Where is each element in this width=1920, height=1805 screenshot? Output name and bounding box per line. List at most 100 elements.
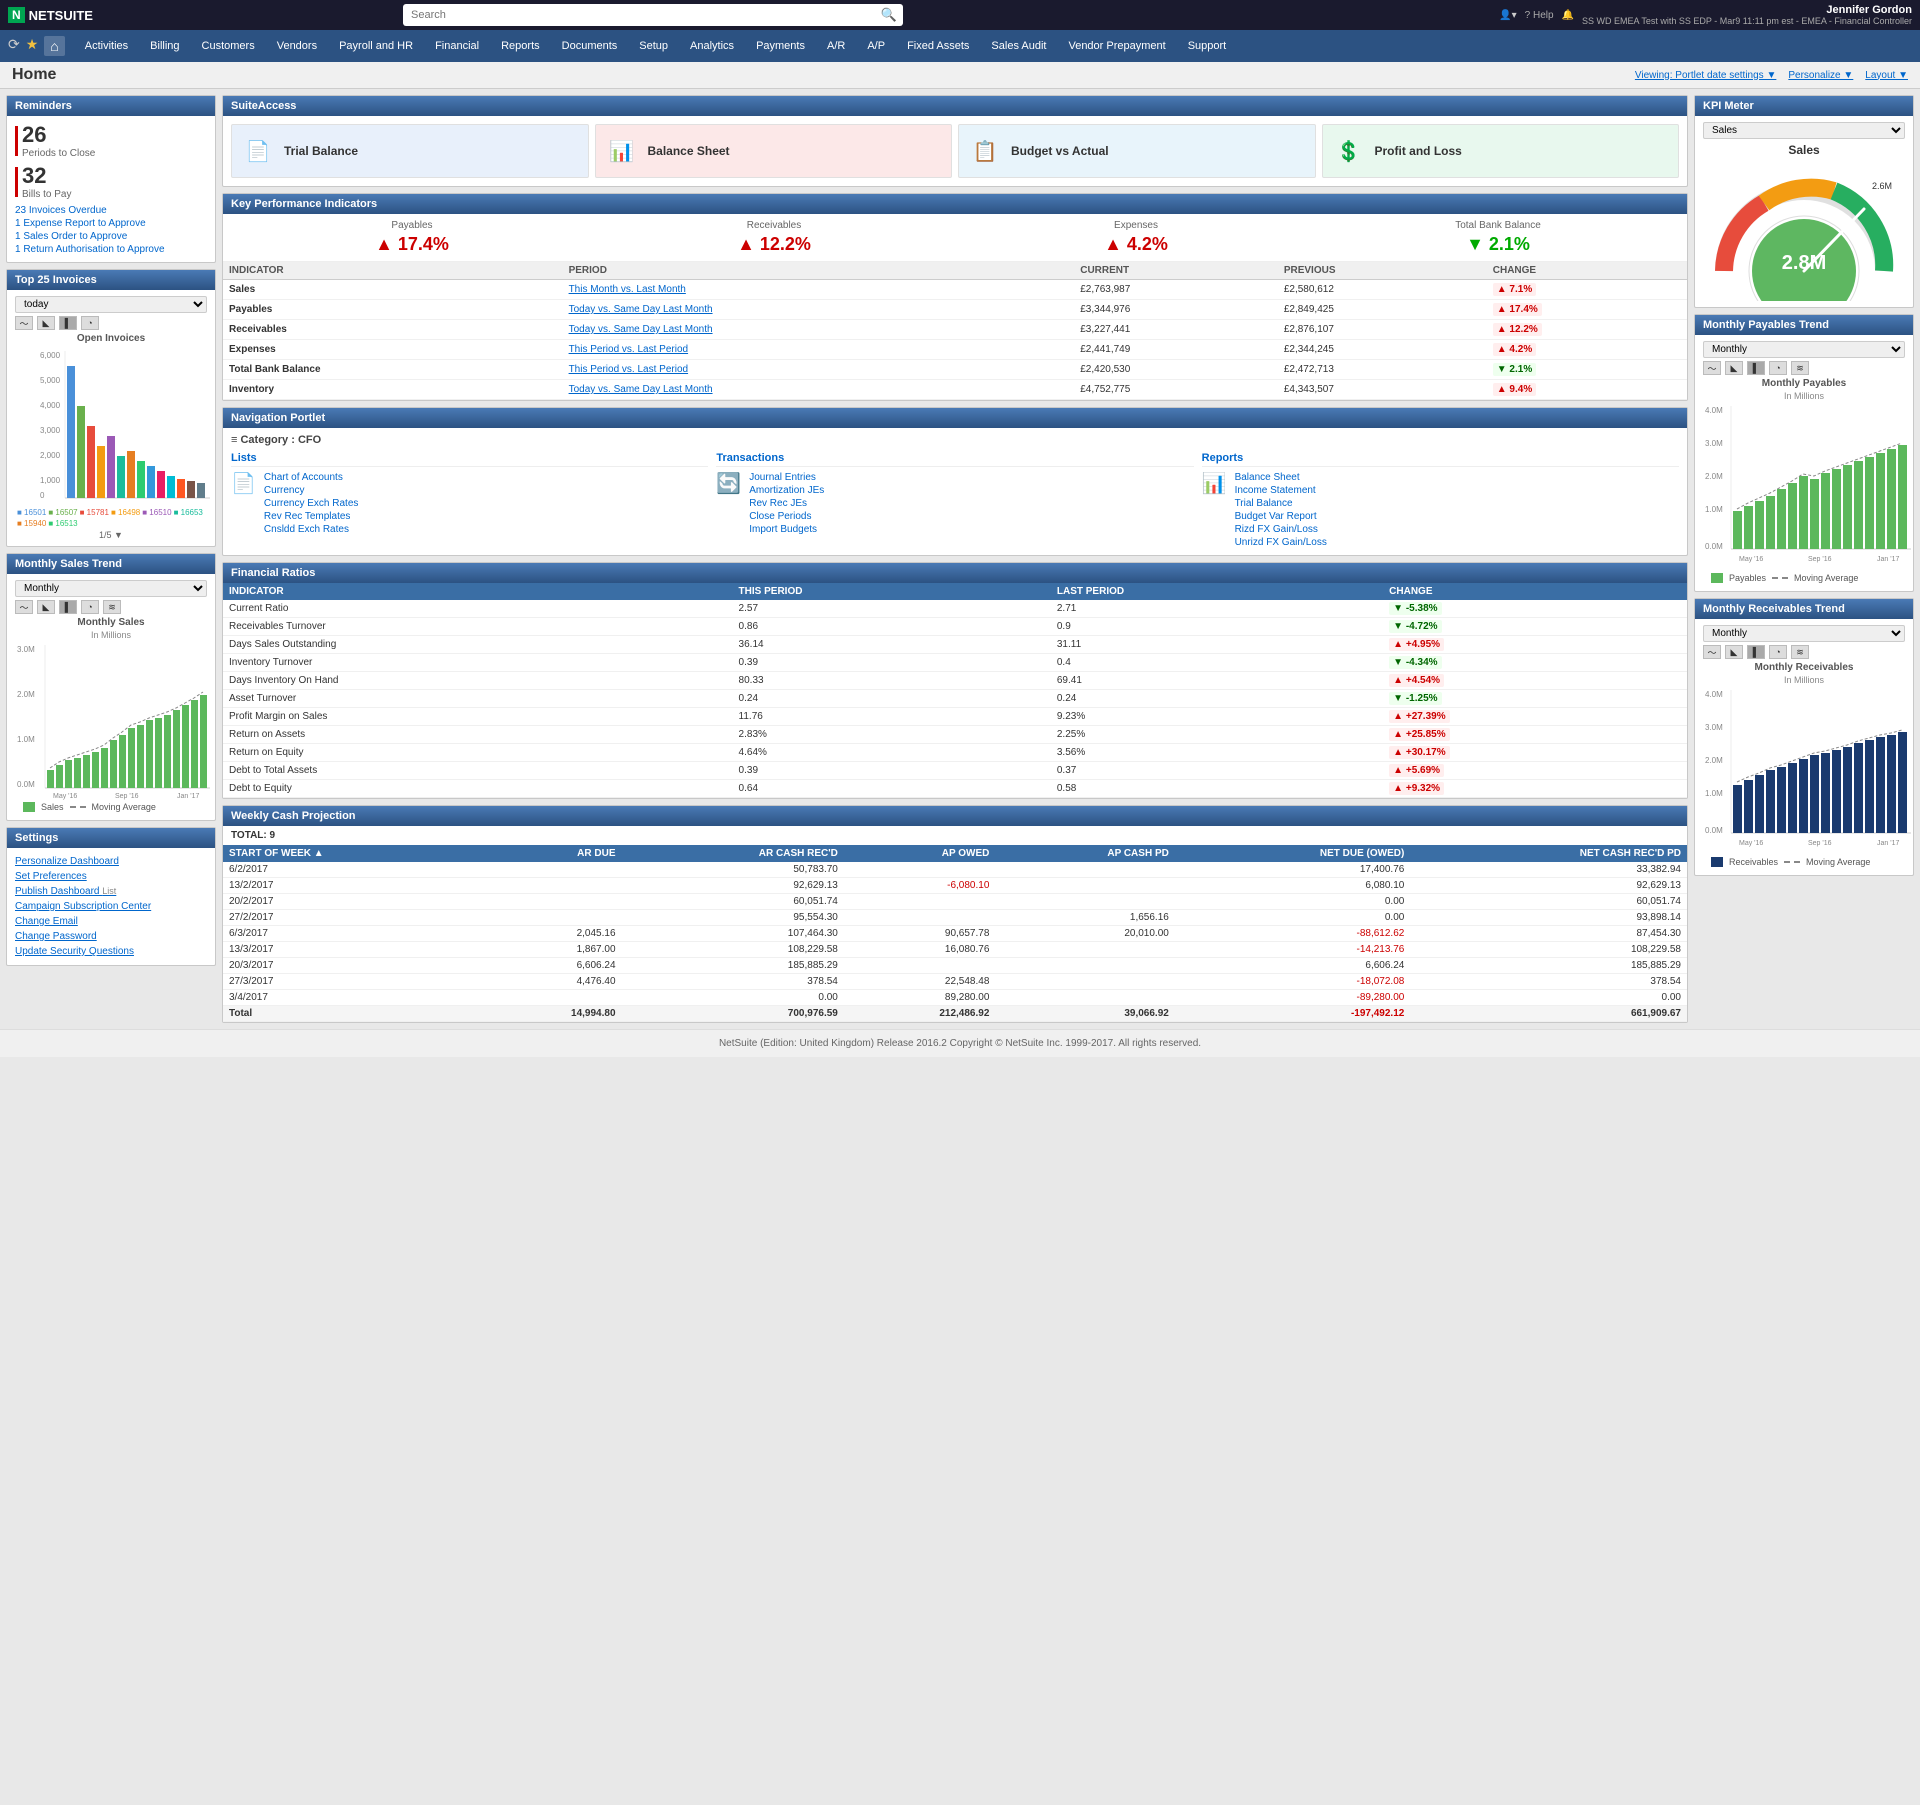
monthly-sales-period-select[interactable]: Monthly xyxy=(15,580,207,597)
pie-chart-icon[interactable]: ◔ xyxy=(81,316,99,330)
settings-link-4[interactable]: Change Email xyxy=(15,914,207,929)
kpi-row-period[interactable]: Today vs. Same Day Last Month xyxy=(563,320,1075,340)
mp-area-icon[interactable]: ◣ xyxy=(1725,361,1743,375)
settings-link-1[interactable]: Set Preferences xyxy=(15,869,207,884)
reminder-link-3[interactable]: 1 Return Authorisation to Approve xyxy=(15,243,207,256)
nav-trans-2[interactable]: Rev Rec JEs xyxy=(749,497,824,510)
suite-card-trial-balance[interactable]: 📄 Trial Balance xyxy=(231,124,589,178)
kpi-row-period[interactable]: This Period vs. Last Period xyxy=(563,360,1075,380)
kpi-row-change: ▲ 17.4% xyxy=(1487,300,1687,320)
ms-wave-icon[interactable]: ≋ xyxy=(103,600,121,614)
cash-ar-due: 6,606.24 xyxy=(484,958,622,974)
nav-sales-audit[interactable]: Sales Audit xyxy=(981,34,1056,58)
cash-week: 20/3/2017 xyxy=(223,958,484,974)
kpi-meter-select[interactable]: Sales xyxy=(1703,122,1905,139)
mr-pie-icon[interactable]: ◔ xyxy=(1769,645,1787,659)
ms-bar-icon[interactable]: ▌ xyxy=(59,600,77,614)
nav-trans-0[interactable]: Journal Entries xyxy=(749,471,824,484)
ms-line-icon[interactable]: 〜 xyxy=(15,600,33,614)
cash-col-net-cash: NET CASH REC'D PD xyxy=(1410,845,1687,862)
user-icon[interactable]: 👤▾ xyxy=(1499,10,1516,21)
nav-setup[interactable]: Setup xyxy=(629,34,678,58)
mr-line-icon[interactable]: 〜 xyxy=(1703,645,1721,659)
nav-list-1[interactable]: Currency xyxy=(264,484,358,497)
search-input[interactable] xyxy=(403,4,903,26)
area-chart-icon[interactable]: ◣ xyxy=(37,316,55,330)
settings-link-0[interactable]: Personalize Dashboard xyxy=(15,854,207,869)
nav-support[interactable]: Support xyxy=(1178,34,1237,58)
viewing-control[interactable]: Viewing: Portlet date settings ▼ xyxy=(1635,70,1776,81)
nav-vendors[interactable]: Vendors xyxy=(267,34,327,58)
star-icon[interactable]: ★ xyxy=(26,36,39,56)
nav-customers[interactable]: Customers xyxy=(192,34,265,58)
nav-analytics[interactable]: Analytics xyxy=(680,34,744,58)
nav-report-5[interactable]: Unrizd FX Gain/Loss xyxy=(1235,536,1327,549)
nav-billing[interactable]: Billing xyxy=(140,34,189,58)
monthly-receivables-header: Monthly Receivables Trend xyxy=(1695,599,1913,619)
nav-payroll[interactable]: Payroll and HR xyxy=(329,34,423,58)
top25-period-select[interactable]: today xyxy=(15,296,207,313)
mr-wave-icon[interactable]: ≋ xyxy=(1791,645,1809,659)
kpi-row-period[interactable]: Today vs. Same Day Last Month xyxy=(563,380,1075,400)
ratio-col-this: THIS PERIOD xyxy=(733,583,1051,600)
ms-pie-icon[interactable]: ◔ xyxy=(81,600,99,614)
bell-icon[interactable]: 🔔 xyxy=(1562,10,1574,21)
reminder-link-1[interactable]: 1 Expense Report to Approve xyxy=(15,217,207,230)
reminder-link-0[interactable]: 23 Invoices Overdue xyxy=(15,204,207,217)
mr-bar-icon[interactable]: ▌ xyxy=(1747,645,1765,659)
nav-activities[interactable]: Activities xyxy=(75,34,138,58)
suite-card-profit-loss[interactable]: 💲 Profit and Loss xyxy=(1322,124,1680,178)
nav-list-2[interactable]: Currency Exch Rates xyxy=(264,497,358,510)
settings-link-5[interactable]: Change Password xyxy=(15,929,207,944)
kpi-row-period[interactable]: This Period vs. Last Period xyxy=(563,340,1075,360)
search-bar[interactable]: 🔍 xyxy=(403,4,903,26)
top-bar: N NETSUITE 🔍 👤▾ ? Help 🔔 Jennifer Gordon… xyxy=(0,0,1920,30)
line-chart-icon[interactable]: 〜 xyxy=(15,316,33,330)
mp-bar-icon[interactable]: ▌ xyxy=(1747,361,1765,375)
bar-chart-icon[interactable]: ▌ xyxy=(59,316,77,330)
nav-report-4[interactable]: Rizd FX Gain/Loss xyxy=(1235,523,1327,536)
kpi-row-period[interactable]: Today vs. Same Day Last Month xyxy=(563,300,1075,320)
nav-vendor-prepayment[interactable]: Vendor Prepayment xyxy=(1058,34,1175,58)
suite-card-balance-sheet[interactable]: 📊 Balance Sheet xyxy=(595,124,953,178)
nav-trans-3[interactable]: Close Periods xyxy=(749,510,824,523)
settings-link-3[interactable]: Campaign Subscription Center xyxy=(15,899,207,914)
reminder-link-2[interactable]: 1 Sales Order to Approve xyxy=(15,230,207,243)
search-icon[interactable]: 🔍 xyxy=(881,7,897,23)
ms-area-icon[interactable]: ◣ xyxy=(37,600,55,614)
nav-trans-4[interactable]: Import Budgets xyxy=(749,523,824,536)
nav-list-4[interactable]: Cnsldd Exch Rates xyxy=(264,523,358,536)
settings-link-2[interactable]: Publish Dashboard List xyxy=(15,884,207,899)
suite-card-budget[interactable]: 📋 Budget vs Actual xyxy=(958,124,1316,178)
kpi-col-previous: PREVIOUS xyxy=(1278,262,1487,280)
monthly-receivables-select[interactable]: Monthly xyxy=(1703,625,1905,642)
help-link[interactable]: ? Help xyxy=(1525,10,1554,21)
right-column: KPI Meter Sales Sales xyxy=(1694,95,1914,1023)
layout-control[interactable]: Layout ▼ xyxy=(1865,70,1908,81)
mp-pie-icon[interactable]: ◔ xyxy=(1769,361,1787,375)
nav-ap[interactable]: A/P xyxy=(857,34,895,58)
personalize-control[interactable]: Personalize ▼ xyxy=(1788,70,1853,81)
nav-report-0[interactable]: Balance Sheet xyxy=(1235,471,1327,484)
nav-report-2[interactable]: Trial Balance xyxy=(1235,497,1327,510)
nav-payments[interactable]: Payments xyxy=(746,34,815,58)
nav-fixed-assets[interactable]: Fixed Assets xyxy=(897,34,979,58)
nav-financial[interactable]: Financial xyxy=(425,34,489,58)
home-icon[interactable]: ⌂ xyxy=(44,36,64,56)
settings-link-6[interactable]: Update Security Questions xyxy=(15,944,207,959)
nav-list-3[interactable]: Rev Rec Templates xyxy=(264,510,358,523)
nav-list-0[interactable]: Chart of Accounts xyxy=(264,471,358,484)
mr-area-icon[interactable]: ◣ xyxy=(1725,645,1743,659)
mp-line-icon[interactable]: 〜 xyxy=(1703,361,1721,375)
nav-documents[interactable]: Documents xyxy=(552,34,628,58)
back-icon[interactable]: ⟳ xyxy=(8,36,20,56)
nav-ar[interactable]: A/R xyxy=(817,34,855,58)
monthly-payables-select[interactable]: Monthly xyxy=(1703,341,1905,358)
mp-wave-icon[interactable]: ≋ xyxy=(1791,361,1809,375)
kpi-row-period[interactable]: This Month vs. Last Month xyxy=(563,280,1075,300)
logo[interactable]: N NETSUITE xyxy=(8,7,93,23)
nav-trans-1[interactable]: Amortization JEs xyxy=(749,484,824,497)
nav-report-1[interactable]: Income Statement xyxy=(1235,484,1327,497)
nav-report-3[interactable]: Budget Var Report xyxy=(1235,510,1327,523)
nav-reports[interactable]: Reports xyxy=(491,34,550,58)
